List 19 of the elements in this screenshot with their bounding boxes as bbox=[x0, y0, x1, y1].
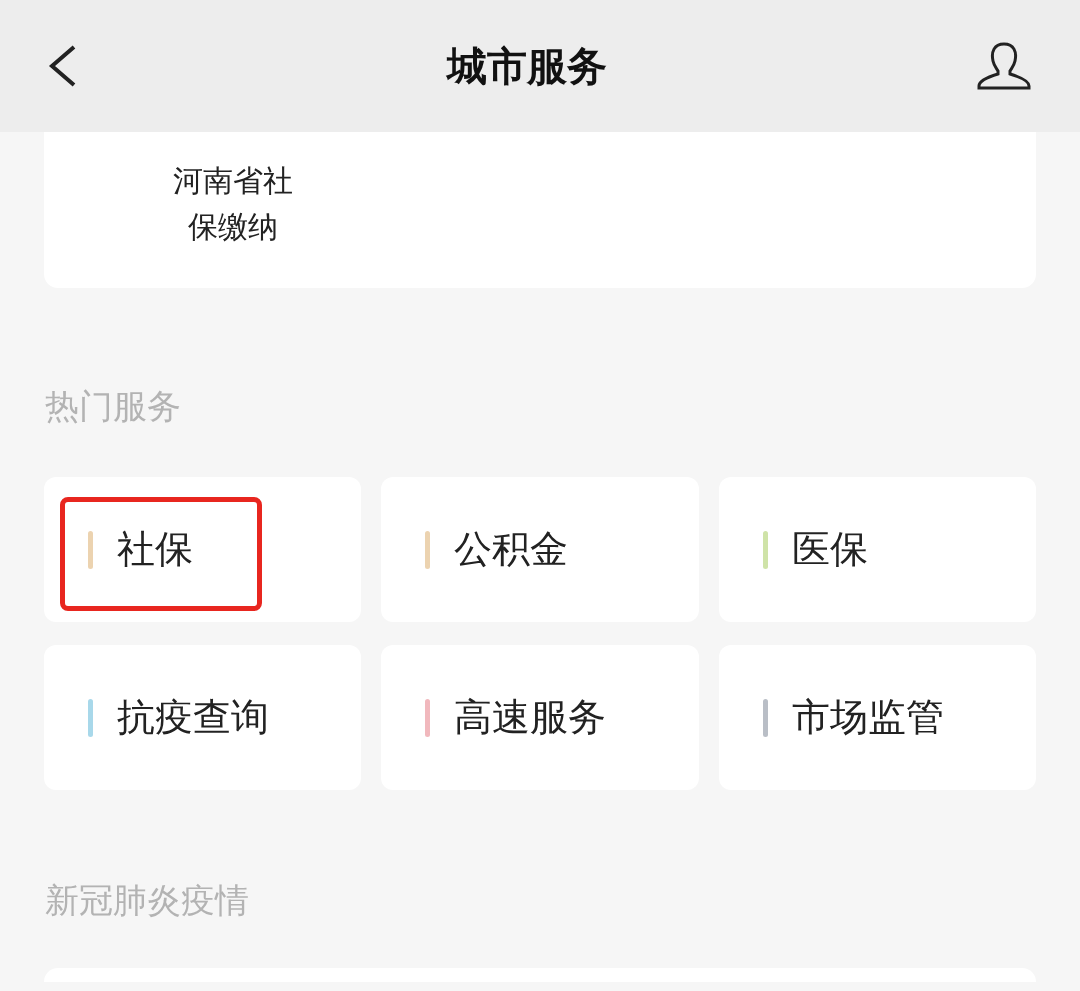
section-title: 新冠肺炎疫情 bbox=[44, 880, 250, 920]
tile-label: 抗疫查询 bbox=[117, 694, 269, 741]
tile-label: 公积金 bbox=[454, 526, 569, 573]
page-title: 城市服务 bbox=[447, 42, 607, 91]
section-title: 热门服务 bbox=[44, 386, 182, 426]
service-tile[interactable]: 医保 bbox=[718, 477, 1036, 622]
tile-label: 医保 bbox=[791, 526, 868, 573]
service-tile[interactable]: 社保 bbox=[44, 477, 362, 622]
person-icon[interactable] bbox=[976, 41, 1032, 91]
service-tile[interactable]: 抗疫查询 bbox=[44, 645, 362, 790]
service-tile[interactable]: 高速服务 bbox=[381, 645, 699, 790]
service-tile[interactable]: 市场监管 bbox=[718, 645, 1036, 790]
tile-label: 社保 bbox=[117, 526, 193, 573]
tile-label: 市场监管 bbox=[791, 694, 944, 741]
service-tile[interactable]: 公积金 bbox=[381, 477, 699, 622]
service-card[interactable]: 河南省社保缴纳 bbox=[44, 132, 1036, 288]
service-label: 河南省社保缴纳 bbox=[171, 162, 294, 246]
back-icon[interactable] bbox=[48, 45, 78, 87]
tile-label: 高速服务 bbox=[454, 694, 607, 741]
